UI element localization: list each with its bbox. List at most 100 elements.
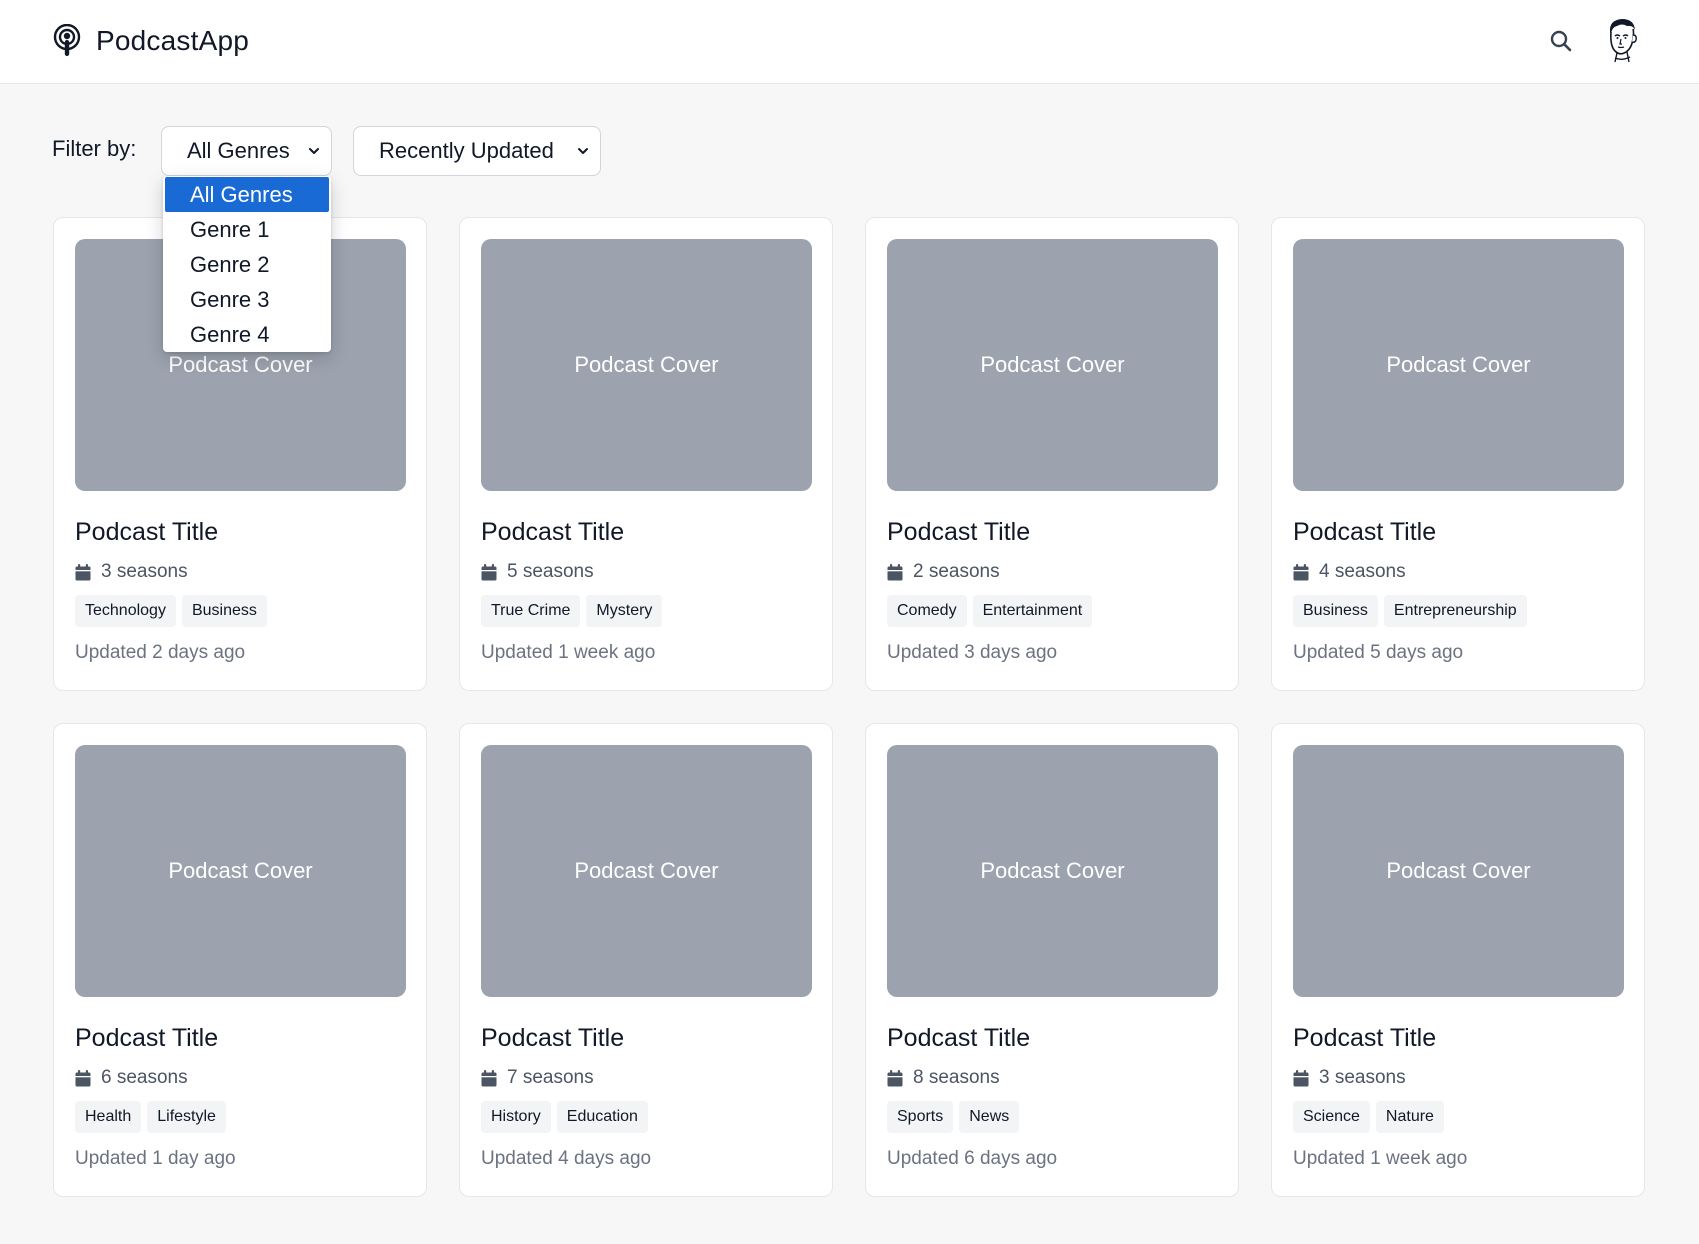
genre-tag[interactable]: Mystery: [586, 595, 663, 627]
season-count-text: 3 seasons: [101, 561, 188, 582]
genre-tags: Health Lifestyle: [75, 1101, 405, 1133]
filter-label: Filter by:: [52, 136, 137, 161]
genre-tag[interactable]: Entertainment: [972, 595, 1093, 627]
genre-tag[interactable]: History: [481, 1101, 551, 1133]
podcast-title[interactable]: Podcast Title: [887, 517, 1217, 547]
podcast-title[interactable]: Podcast Title: [1293, 1023, 1623, 1053]
calendar-icon: [481, 1069, 497, 1086]
season-count-text: 4 seasons: [1319, 561, 1406, 582]
updated-timestamp: Updated 1 week ago: [481, 642, 656, 663]
genre-option-3[interactable]: Genre 3: [163, 282, 331, 317]
updated-timestamp: Updated 4 days ago: [481, 1148, 652, 1169]
top-navbar: PodcastApp: [0, 0, 1699, 84]
genre-tag[interactable]: Comedy: [887, 595, 967, 627]
season-count-text: 2 seasons: [913, 561, 1000, 582]
genre-tags: Comedy Entertainment: [887, 595, 1217, 627]
podcast-cover[interactable]: Podcast Cover: [481, 239, 812, 491]
cover-placeholder-text: Podcast Cover: [1386, 858, 1531, 883]
podcast-title[interactable]: Podcast Title: [481, 1023, 811, 1053]
season-count-text: 8 seasons: [913, 1067, 1000, 1088]
podcast-cover[interactable]: Podcast Cover: [481, 745, 812, 997]
podcast-card[interactable]: Podcast Cover Podcast Title 2 seasons Co…: [865, 217, 1239, 691]
genre-tag[interactable]: Technology: [75, 595, 176, 627]
podcast-title[interactable]: Podcast Title: [75, 1023, 405, 1053]
podcast-grid: Podcast Cover Podcast Title 3 seasons Te…: [53, 217, 1645, 1197]
season-count-text: 5 seasons: [507, 561, 594, 582]
genre-option-all[interactable]: All Genres: [165, 177, 329, 212]
genre-tag[interactable]: Science: [1293, 1101, 1370, 1133]
season-count: 3 seasons: [75, 560, 405, 584]
calendar-icon: [481, 563, 497, 580]
updated-timestamp: Updated 2 days ago: [75, 642, 246, 663]
podcast-card[interactable]: Podcast Cover Podcast Title 4 seasons Bu…: [1271, 217, 1645, 691]
calendar-icon: [1293, 563, 1309, 580]
cover-placeholder-text: Podcast Cover: [980, 858, 1125, 883]
genre-option-2[interactable]: Genre 2: [163, 247, 331, 282]
updated-timestamp: Updated 1 day ago: [75, 1148, 236, 1169]
genre-dropdown-menu: All Genres Genre 1 Genre 2 Genre 3 Genre…: [163, 176, 331, 352]
genre-tags: Technology Business: [75, 595, 405, 627]
cover-placeholder-text: Podcast Cover: [574, 352, 719, 377]
sort-select[interactable]: Recently Updated: [353, 126, 601, 176]
genre-tags: True Crime Mystery: [481, 595, 811, 627]
avatar[interactable]: [1600, 16, 1644, 64]
genre-tag[interactable]: Entrepreneurship: [1383, 595, 1527, 627]
genre-select[interactable]: All Genres: [161, 126, 332, 176]
podcast-title[interactable]: Podcast Title: [481, 517, 811, 547]
season-count-text: 6 seasons: [101, 1067, 188, 1088]
calendar-icon: [75, 1069, 91, 1086]
genre-tag[interactable]: Education: [556, 1101, 648, 1133]
genre-tag[interactable]: Business: [1293, 595, 1378, 627]
podcast-title[interactable]: Podcast Title: [1293, 517, 1623, 547]
cover-placeholder-text: Podcast Cover: [168, 858, 313, 883]
genre-option-4[interactable]: Genre 4: [163, 317, 331, 352]
genre-option-1[interactable]: Genre 1: [163, 212, 331, 247]
chevron-down-icon: [578, 148, 588, 154]
genre-tags: Science Nature: [1293, 1101, 1623, 1133]
season-count: 4 seasons: [1293, 560, 1623, 584]
calendar-icon: [887, 563, 903, 580]
genre-tag[interactable]: Lifestyle: [147, 1101, 226, 1133]
podcast-cover[interactable]: Podcast Cover: [1293, 239, 1624, 491]
updated-timestamp: Updated 3 days ago: [887, 642, 1058, 663]
season-count: 2 seasons: [887, 560, 1217, 584]
genre-tag[interactable]: Sports: [887, 1101, 954, 1133]
podcast-cover[interactable]: Podcast Cover: [887, 239, 1218, 491]
podcast-card[interactable]: Podcast Cover Podcast Title 6 seasons He…: [53, 723, 427, 1197]
app-name: PodcastApp: [96, 25, 249, 56]
podcast-title[interactable]: Podcast Title: [75, 517, 405, 547]
podcast-card[interactable]: Podcast Cover Podcast Title 3 seasons Sc…: [1271, 723, 1645, 1197]
search-button[interactable]: [1546, 26, 1576, 56]
genre-select-value: All Genres: [187, 138, 290, 163]
calendar-icon: [887, 1069, 903, 1086]
search-icon: [1550, 30, 1572, 52]
podcast-card[interactable]: Podcast Cover Podcast Title 8 seasons Sp…: [865, 723, 1239, 1197]
genre-tags: Business Entrepreneurship: [1293, 595, 1623, 627]
season-count: 3 seasons: [1293, 1066, 1623, 1090]
brand[interactable]: PodcastApp: [52, 20, 249, 62]
podcast-cover[interactable]: Podcast Cover: [75, 745, 406, 997]
genre-tag[interactable]: Nature: [1375, 1101, 1444, 1133]
podcast-title[interactable]: Podcast Title: [887, 1023, 1217, 1053]
season-count: 5 seasons: [481, 560, 811, 584]
season-count-text: 3 seasons: [1319, 1067, 1406, 1088]
podcast-icon: [53, 24, 81, 56]
genre-tags: Sports News: [887, 1101, 1217, 1133]
podcast-card[interactable]: Podcast Cover Podcast Title 5 seasons Tr…: [459, 217, 833, 691]
genre-tag[interactable]: Health: [75, 1101, 142, 1133]
genre-tag[interactable]: True Crime: [481, 595, 581, 627]
season-count: 8 seasons: [887, 1066, 1217, 1090]
podcast-card[interactable]: Podcast Cover Podcast Title 7 seasons Hi…: [459, 723, 833, 1197]
genre-tag[interactable]: Business: [181, 595, 267, 627]
season-count: 7 seasons: [481, 1066, 811, 1090]
updated-timestamp: Updated 1 week ago: [1293, 1148, 1468, 1169]
podcast-cover[interactable]: Podcast Cover: [1293, 745, 1624, 997]
updated-timestamp: Updated 6 days ago: [887, 1148, 1058, 1169]
cover-placeholder-text: Podcast Cover: [980, 352, 1125, 377]
podcast-cover[interactable]: Podcast Cover: [887, 745, 1218, 997]
chevron-down-icon: [309, 148, 319, 154]
genre-tag[interactable]: News: [959, 1101, 1020, 1133]
cover-placeholder-text: Podcast Cover: [1386, 352, 1531, 377]
cover-placeholder-text: Podcast Cover: [168, 352, 313, 377]
season-count-text: 7 seasons: [507, 1067, 594, 1088]
